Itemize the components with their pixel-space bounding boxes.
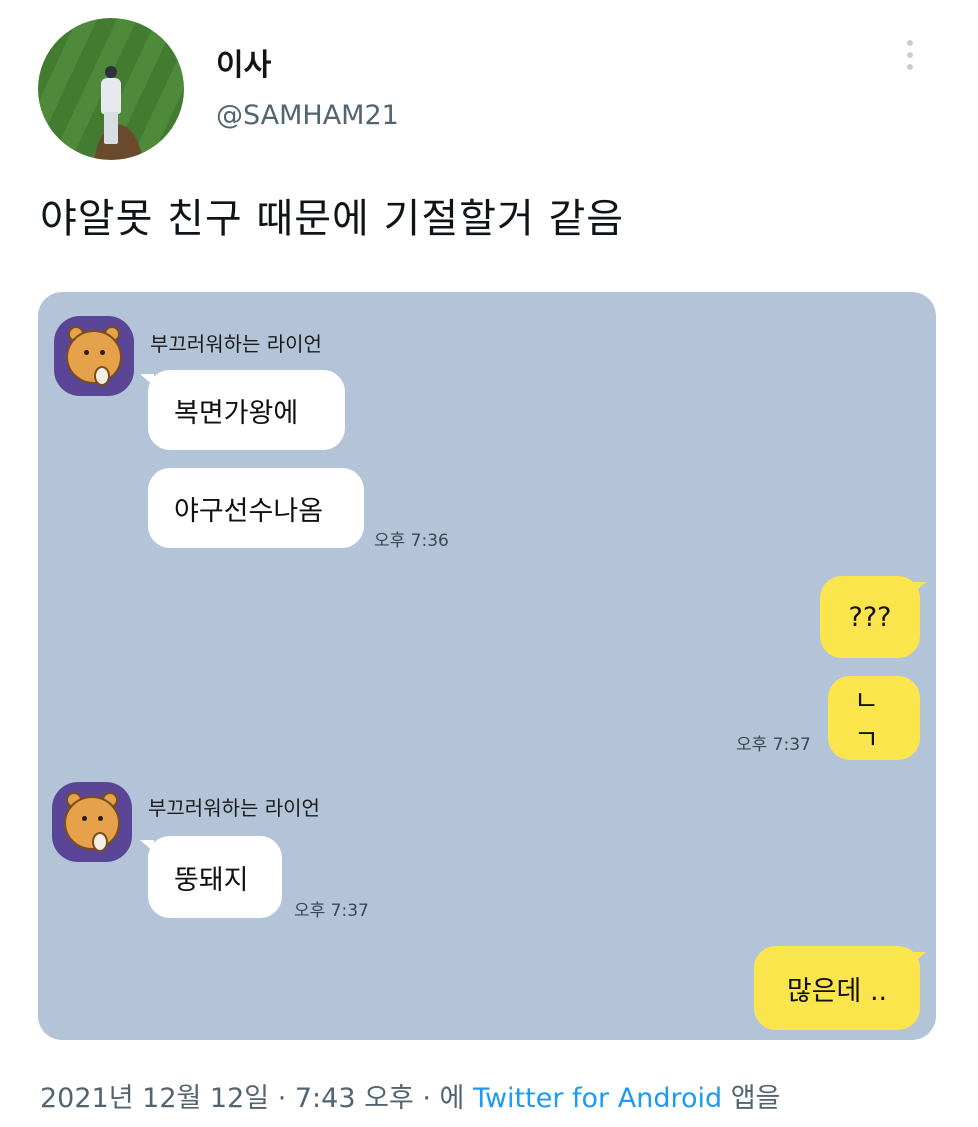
separator: · 에 — [413, 1083, 473, 1114]
sender-name: 부끄러워하는 라이언 — [148, 796, 320, 820]
display-name[interactable]: 이사 — [216, 40, 271, 84]
user-handle[interactable]: @SAMHAM21 — [216, 100, 399, 131]
sender-name: 부끄러워하는 라이언 — [150, 332, 322, 356]
tweet-time[interactable]: 7:43 오후 — [295, 1083, 414, 1114]
message-time: 오후 7:37 — [736, 735, 811, 755]
incoming-message: 야구선수나옴 — [148, 468, 364, 548]
separator: · — [269, 1083, 295, 1114]
outgoing-message: ㄴㄱ — [828, 676, 920, 760]
incoming-message: 복면가왕에 — [148, 370, 345, 450]
ryan-avatar-icon — [54, 316, 134, 396]
profile-avatar[interactable] — [38, 18, 184, 160]
source-link[interactable]: Twitter for Android — [473, 1083, 722, 1114]
baseball-player-image — [98, 66, 124, 146]
tweet-meta: 2021년 12월 12일 · 7:43 오후 · 에 Twitter for … — [40, 1076, 780, 1115]
message-time: 오후 7:36 — [374, 531, 449, 551]
source-suffix: 앱을 — [722, 1083, 781, 1114]
tweet-text: 야알못 친구 때문에 기절할거 같음 — [40, 196, 625, 242]
chat-screenshot-image: 부끄러워하는 라이언 복면가왕에 야구선수나옴 오후 7:36 ??? ㄴㄱ 오… — [38, 292, 936, 1040]
more-options-icon[interactable] — [904, 40, 916, 78]
message-time: 오후 7:37 — [294, 901, 369, 921]
outgoing-message: 많은데 .. — [754, 946, 920, 1030]
ryan-avatar-icon — [52, 782, 132, 862]
incoming-message: 뚱돼지 — [148, 836, 282, 918]
tweet-date[interactable]: 2021년 12월 12일 — [40, 1083, 269, 1114]
outgoing-message: ??? — [820, 576, 920, 658]
